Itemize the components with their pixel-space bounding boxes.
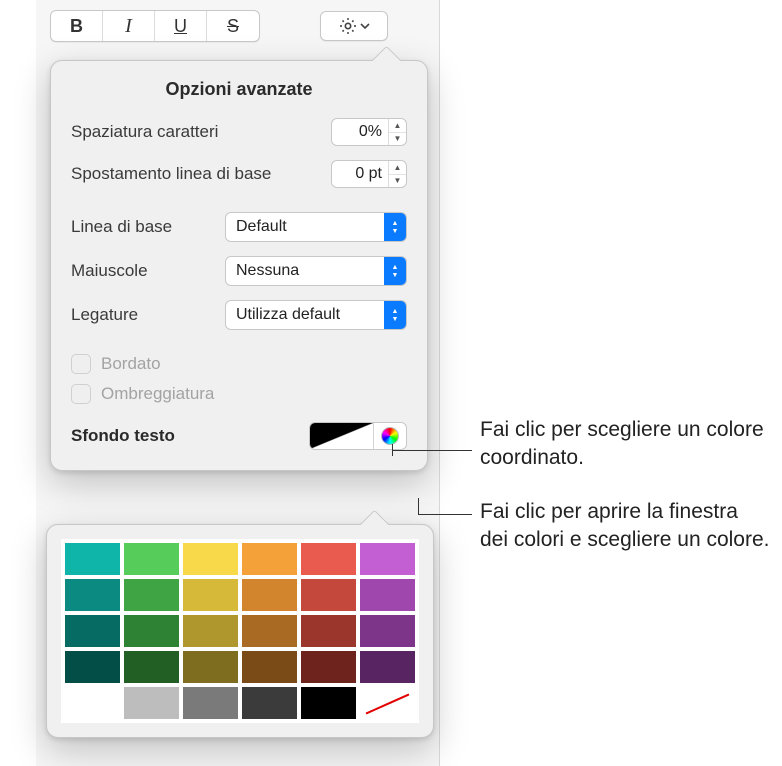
color-swatch[interactable] [181,541,240,577]
text-background-label: Sfondo testo [71,426,175,446]
baseline-select[interactable]: Default ▲▼ [225,212,407,242]
caps-label: Maiuscole [71,261,148,281]
color-swatch[interactable] [299,577,358,613]
gear-icon [338,16,358,36]
select-arrows-icon: ▲▼ [384,301,406,329]
char-spacing-stepper[interactable]: ▲ ▼ [388,119,406,145]
callout-leader [418,498,419,514]
stepper-down-icon[interactable]: ▼ [389,175,406,188]
color-swatch[interactable] [358,577,417,613]
format-toolbar: B I U S [36,10,439,42]
callout-leader [392,444,393,456]
color-swatch-grid [61,539,419,723]
chevron-down-icon [360,21,370,31]
color-swatch-button[interactable] [310,423,374,449]
color-swatch[interactable] [299,541,358,577]
strikethrough-button[interactable]: S [207,11,259,41]
baseline-shift-label: Spostamento linea di base [71,164,271,184]
color-swatch[interactable] [358,649,417,685]
color-swatch[interactable] [181,577,240,613]
caps-select-value: Nessuna [236,262,299,280]
callout-leader [392,450,472,451]
color-swatch[interactable] [299,649,358,685]
color-swatch[interactable] [122,613,181,649]
select-arrows-icon: ▲▼ [384,213,406,241]
callout-leader [418,514,472,515]
color-swatch[interactable] [240,613,299,649]
color-swatch[interactable] [240,541,299,577]
color-swatch[interactable] [63,649,122,685]
baseline-shift-field[interactable]: 0 pt ▲ ▼ [331,160,407,188]
stepper-up-icon[interactable]: ▲ [389,161,406,175]
advanced-options-popover: Opzioni avanzate Spaziatura caratteri 0%… [50,60,428,471]
shadow-checkbox[interactable] [71,384,91,404]
color-swatch[interactable] [122,649,181,685]
color-swatch[interactable] [358,685,417,721]
baseline-select-value: Default [236,218,287,236]
char-spacing-value: 0% [332,123,388,141]
popover-title: Opzioni avanzate [71,79,407,100]
advanced-options-button[interactable] [320,11,388,41]
bold-button[interactable]: B [51,11,103,41]
underline-button[interactable]: U [155,11,207,41]
callout-wheel: Fai clic per aprire la finestra dei colo… [480,498,770,555]
color-swatch[interactable] [240,577,299,613]
color-swatch[interactable] [240,685,299,721]
stepper-down-icon[interactable]: ▼ [389,133,406,146]
color-swatch[interactable] [122,541,181,577]
callout-swatch: Fai clic per scegliere un colore coordin… [480,416,770,473]
baseline-label: Linea di base [71,217,172,237]
text-style-segment: B I U S [50,10,260,42]
color-swatch[interactable] [181,685,240,721]
shadow-label: Ombreggiatura [101,384,214,404]
color-swatch[interactable] [240,649,299,685]
color-swatch[interactable] [181,649,240,685]
ligatures-label: Legature [71,305,138,325]
color-swatch[interactable] [299,685,358,721]
color-swatch[interactable] [63,613,122,649]
color-wheel-button[interactable] [374,423,406,449]
outline-label: Bordato [101,354,161,374]
color-swatch[interactable] [358,541,417,577]
outline-checkbox[interactable] [71,354,91,374]
baseline-shift-stepper[interactable]: ▲ ▼ [388,161,406,187]
color-swatch[interactable] [181,613,240,649]
color-swatch[interactable] [122,685,181,721]
baseline-shift-value: 0 pt [332,165,388,183]
ligatures-select-value: Utilizza default [236,306,340,324]
color-swatch-popover [46,524,434,738]
color-swatch[interactable] [122,577,181,613]
stepper-up-icon[interactable]: ▲ [389,119,406,133]
color-wheel-icon [381,427,399,445]
color-swatch[interactable] [63,577,122,613]
caps-select[interactable]: Nessuna ▲▼ [225,256,407,286]
char-spacing-field[interactable]: 0% ▲ ▼ [331,118,407,146]
italic-button[interactable]: I [103,11,155,41]
color-swatch[interactable] [63,541,122,577]
char-spacing-label: Spaziatura caratteri [71,122,218,142]
color-swatch[interactable] [63,685,122,721]
color-swatch[interactable] [299,613,358,649]
color-swatch[interactable] [358,613,417,649]
ligatures-select[interactable]: Utilizza default ▲▼ [225,300,407,330]
select-arrows-icon: ▲▼ [384,257,406,285]
